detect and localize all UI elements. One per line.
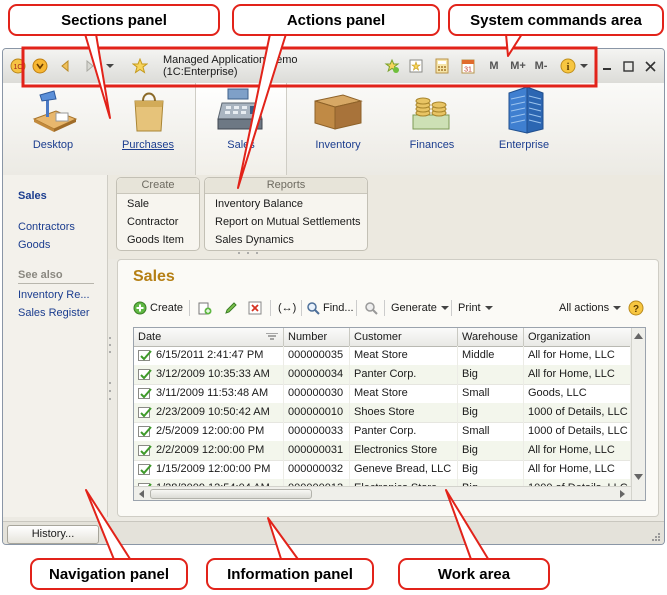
callout-navigation-panel: Navigation panel: [30, 558, 188, 590]
callout-information-panel: Information panel: [206, 558, 374, 590]
callout-work-area: Work area: [398, 558, 550, 590]
callout-actions-panel: Actions panel: [232, 4, 440, 36]
callout-system-commands: System commands area: [448, 4, 664, 36]
callout-pointers: [21, 33, 598, 563]
callout-sections-panel: Sections panel: [8, 4, 220, 36]
